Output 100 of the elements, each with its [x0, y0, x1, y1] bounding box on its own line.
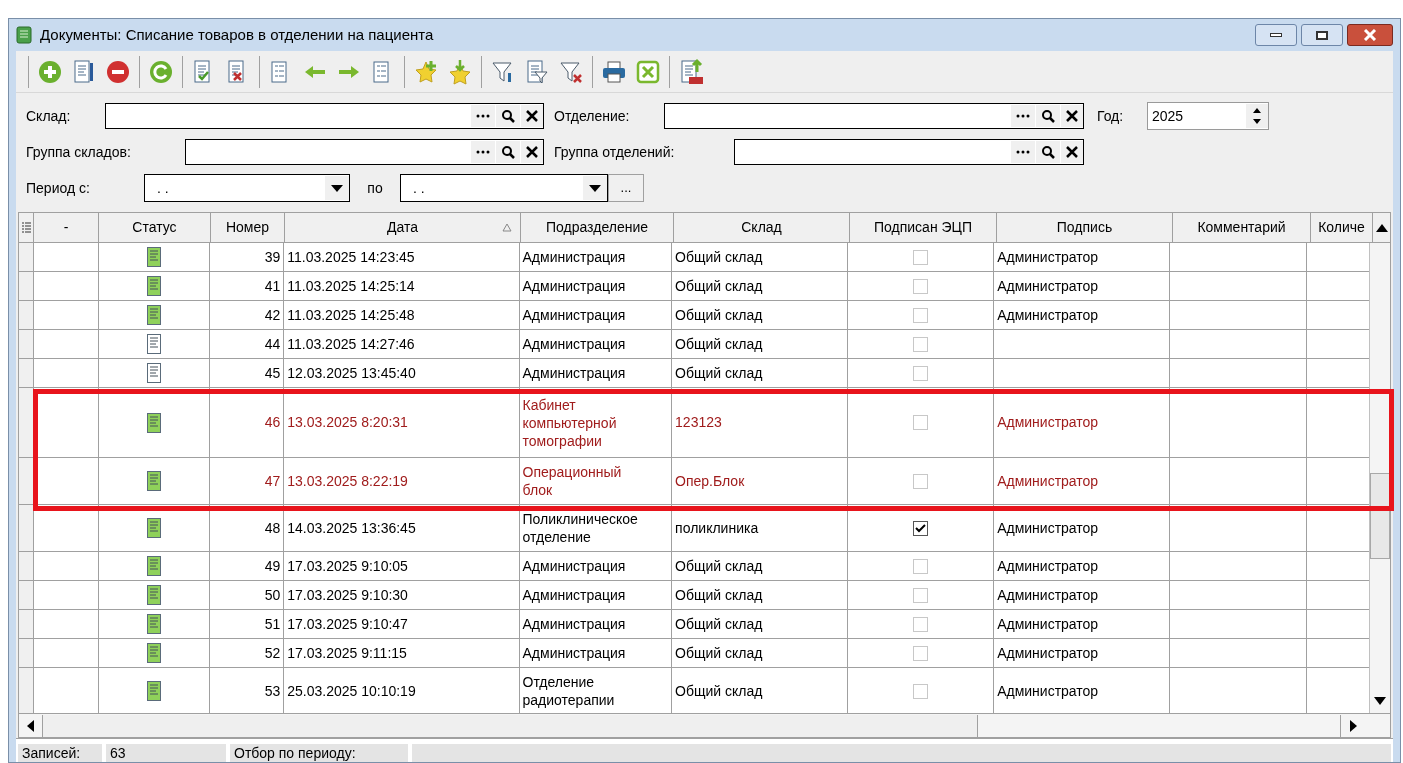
scrollbar-thumb[interactable]	[43, 714, 978, 737]
table-cell: 11.03.2025 14:25:48	[284, 301, 520, 329]
column-header[interactable]: Комментарий	[1173, 213, 1311, 242]
search-icon[interactable]	[496, 141, 520, 163]
search-icon[interactable]	[496, 105, 520, 127]
row-indicator[interactable]	[19, 301, 34, 329]
app-icon	[16, 26, 32, 44]
column-header[interactable]: Подразделение	[521, 213, 674, 242]
field-label: по	[366, 178, 384, 198]
table-cell-text: Операционный блок	[522, 463, 623, 499]
table-cell: 17.03.2025 9:11:15	[284, 639, 520, 667]
table-cell: 48	[210, 505, 285, 551]
row-indicator[interactable]	[19, 610, 34, 638]
table-cell: Администрация	[522, 615, 626, 633]
ellipsis-icon[interactable]	[471, 141, 495, 163]
table-cell: поликлиника	[672, 505, 848, 551]
table-cell-text: Администратор	[997, 681, 1099, 701]
table-cell: 44	[210, 330, 285, 358]
scrollbar-thumb[interactable]	[1370, 473, 1390, 559]
column-header[interactable]: Подписан ЭЦП	[850, 213, 997, 242]
table-cell-text: Администратор	[997, 614, 1099, 634]
row-indicator[interactable]	[19, 330, 34, 358]
close-icon[interactable]	[1061, 141, 1083, 163]
window-title: Документы: Списание товаров в отделении на пациента	[40, 24, 434, 45]
close-button[interactable]	[1347, 24, 1393, 46]
status-label: Записей:	[18, 744, 102, 762]
field-label: Отделение:	[554, 106, 631, 126]
row-indicator[interactable]	[19, 581, 34, 609]
ellipsis-icon[interactable]	[1011, 105, 1035, 127]
search-icon[interactable]	[1036, 105, 1060, 127]
table-cell: 47	[210, 458, 285, 504]
ellipsis-icon[interactable]	[471, 105, 495, 127]
warehouse-group-field[interactable]	[185, 139, 544, 165]
close-icon[interactable]	[521, 141, 543, 163]
table-cell: 11.03.2025 14:27:46	[284, 330, 520, 358]
sort-icon	[502, 223, 512, 232]
table-cell: Администрация	[522, 586, 626, 604]
table-cell-text: Администратор	[997, 471, 1099, 491]
period-to-combo[interactable]: . .	[400, 174, 608, 202]
table-cell-text: Администратор	[997, 556, 1099, 576]
table-cell: 51	[210, 610, 285, 638]
table-cell: Администрация	[522, 364, 626, 382]
period-button[interactable]: ...	[608, 174, 644, 202]
warehouse-field[interactable]	[105, 103, 544, 129]
table-cell: 41	[210, 272, 285, 300]
row-indicator[interactable]	[19, 388, 34, 457]
column-chooser-icon[interactable]	[19, 213, 34, 242]
search-icon[interactable]	[1036, 141, 1060, 163]
column-header[interactable]: -	[34, 213, 99, 242]
minimize-icon	[1270, 33, 1282, 37]
table-cell: Опер.Блок	[672, 458, 848, 504]
table-cell: Общий склад	[672, 610, 848, 638]
department-group-field[interactable]	[734, 139, 1084, 165]
field-label: Группа складов:	[26, 142, 132, 162]
table-cell: 39	[210, 243, 285, 271]
table-cell-text: Администратор	[997, 585, 1099, 605]
spinner-arrows-icon[interactable]	[1246, 104, 1268, 128]
maximize-button[interactable]	[1301, 24, 1343, 46]
row-indicator[interactable]	[19, 639, 34, 667]
table-cell-text: Кабинет компьютерной томографии	[522, 395, 618, 450]
ellipsis-icon[interactable]	[1011, 141, 1035, 163]
row-indicator[interactable]	[19, 243, 34, 271]
row-indicator[interactable]	[19, 359, 34, 387]
scroll-down-icon[interactable]	[1374, 697, 1386, 705]
year-spinner[interactable]: 2025	[1147, 102, 1269, 130]
column-header[interactable]: Количе	[1311, 213, 1373, 242]
table-cell: Общий склад	[672, 581, 848, 609]
table-cell: 17.03.2025 9:10:30	[284, 581, 520, 609]
column-header[interactable]: Дата	[285, 213, 521, 242]
row-indicator[interactable]	[19, 272, 34, 300]
dropdown-icon[interactable]	[583, 176, 607, 200]
minimize-button[interactable]	[1255, 24, 1297, 46]
period-from-combo[interactable]: . .	[144, 174, 350, 202]
row-indicator[interactable]	[19, 505, 34, 551]
table-cell: Администрация	[522, 248, 626, 266]
table-cell: Общий склад	[672, 272, 848, 300]
column-header[interactable]: Номер	[211, 213, 285, 242]
field-label: Год:	[1097, 106, 1125, 126]
dropdown-icon[interactable]	[325, 176, 349, 200]
checkbox[interactable]	[912, 520, 928, 536]
table-cell-text: Администратор	[997, 247, 1099, 267]
table-cell: Общий склад	[672, 359, 848, 387]
table-cell: 11.03.2025 14:23:45	[284, 243, 520, 271]
department-field[interactable]	[664, 103, 1084, 129]
column-header[interactable]: Подпись	[997, 213, 1173, 242]
close-icon[interactable]	[521, 105, 543, 127]
column-header[interactable]: Статус	[99, 213, 211, 242]
table-cell: Общий склад	[672, 301, 848, 329]
table-cell: 13.03.2025 8:22:19	[284, 458, 520, 504]
table-cell-text: Администратор	[997, 276, 1099, 296]
row-indicator[interactable]	[19, 552, 34, 580]
table-cell-text: Администратор	[997, 413, 1099, 432]
row-indicator[interactable]	[19, 458, 34, 504]
table-cell: Общий склад	[672, 552, 848, 580]
table-cell: Администрация	[522, 277, 626, 295]
close-icon[interactable]	[1061, 105, 1083, 127]
scroll-up-icon[interactable]	[1375, 223, 1388, 232]
table-cell-text: Администратор	[997, 305, 1099, 325]
column-header[interactable]: Склад	[674, 213, 850, 242]
table-cell: 52	[210, 639, 285, 667]
